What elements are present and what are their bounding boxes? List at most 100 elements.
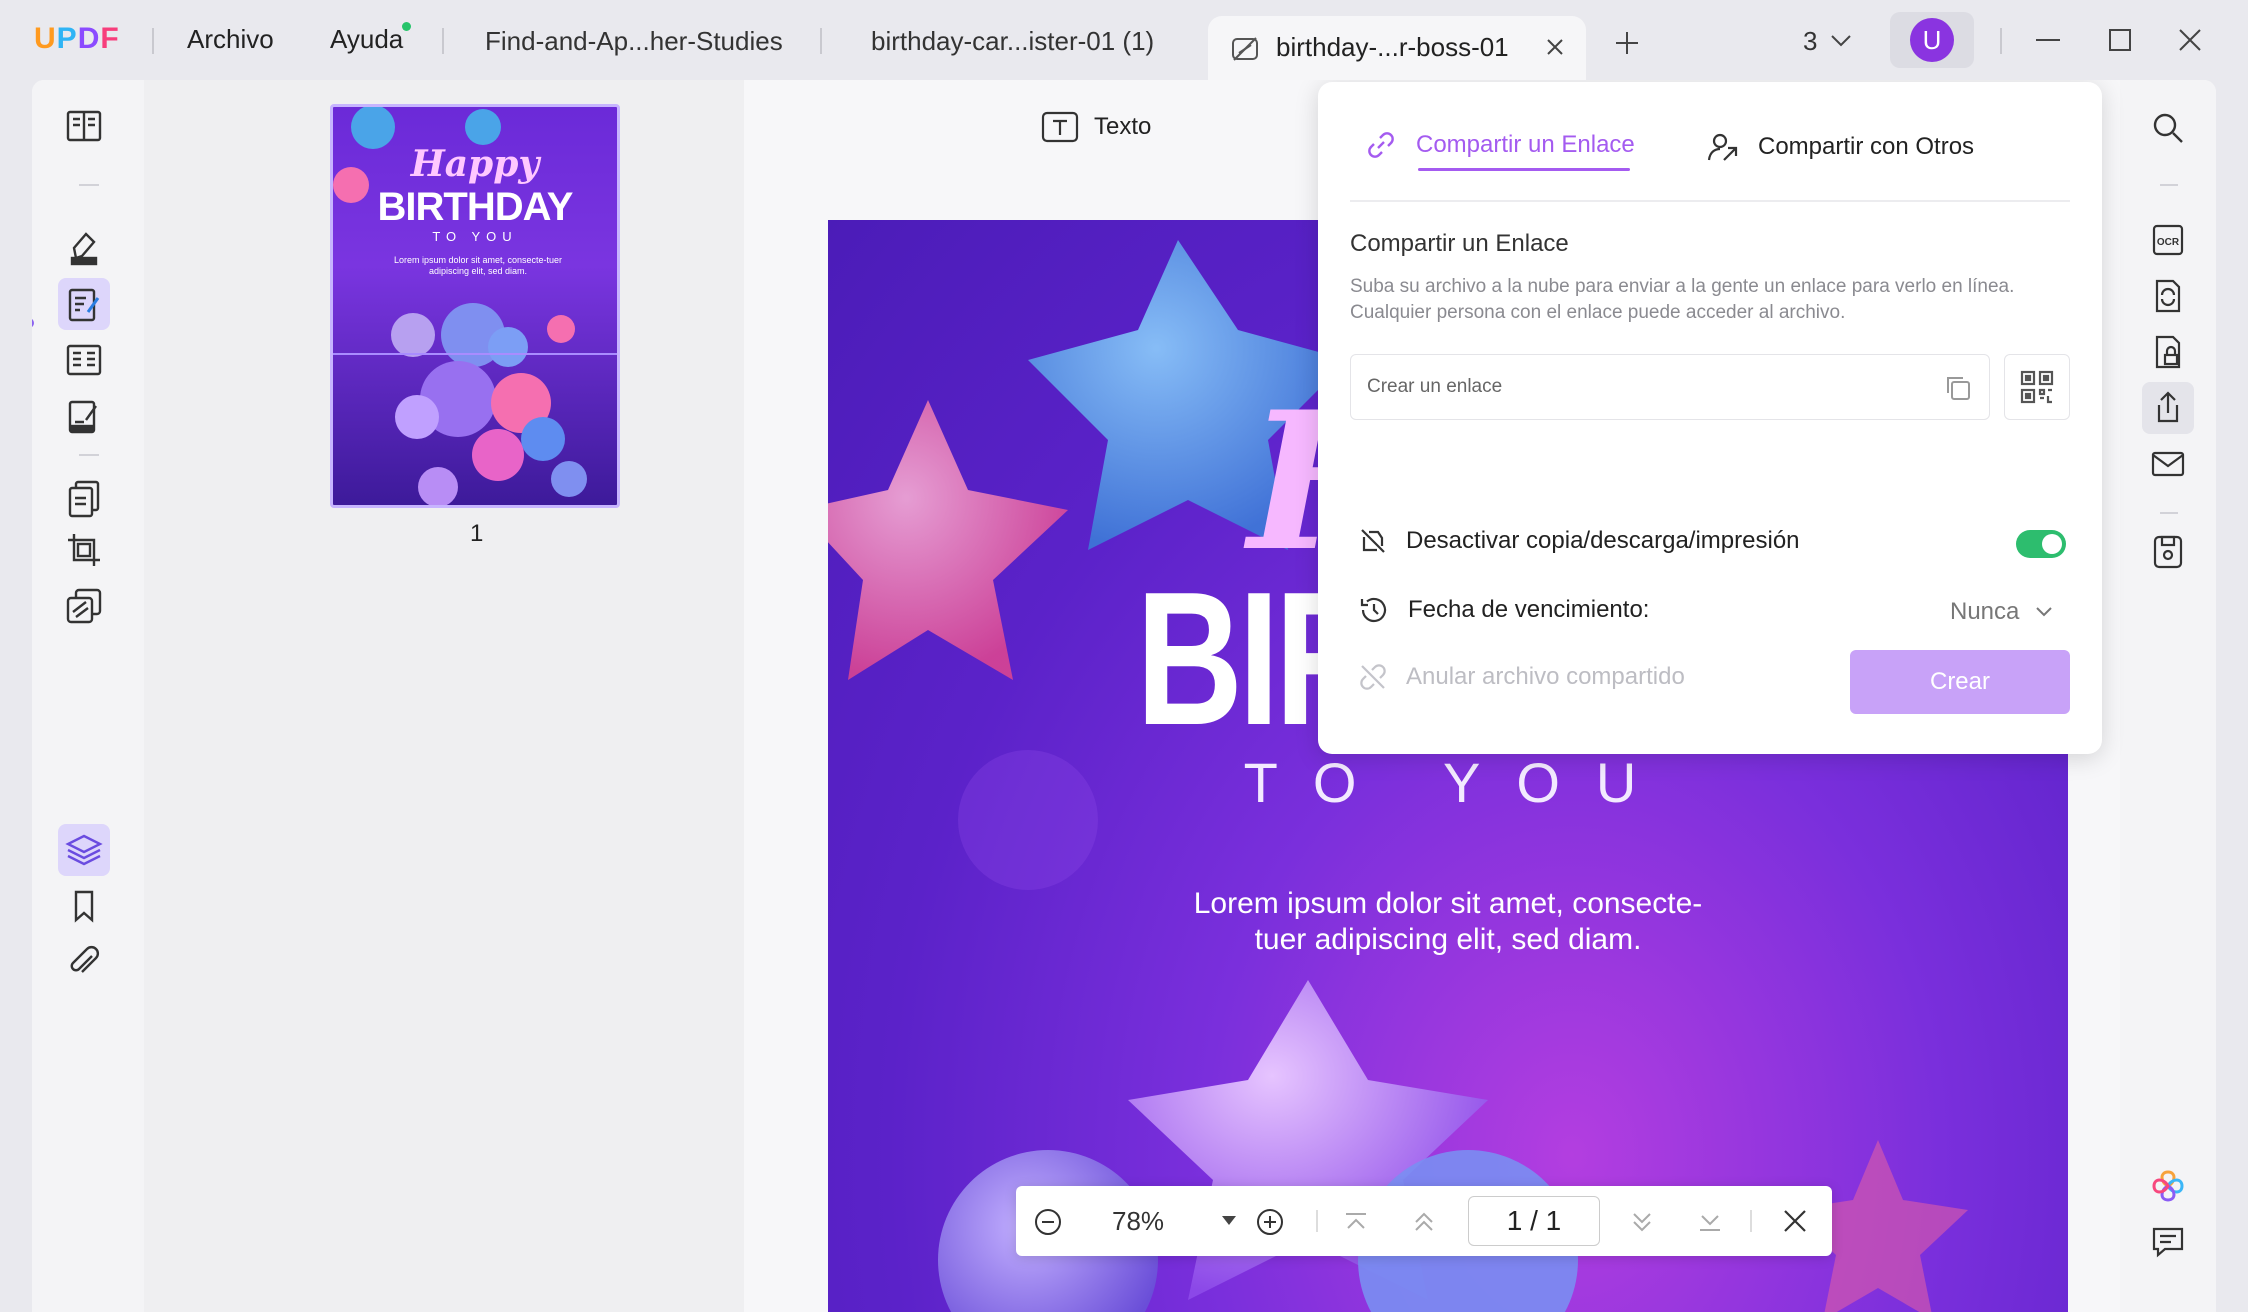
share-panel: Compartir un Enlace Compartir con Otros … [1318, 82, 2102, 754]
svg-text:OCR: OCR [2157, 237, 2180, 248]
avatar: U [1910, 18, 1954, 62]
page-tools-button[interactable] [58, 472, 110, 524]
convert-button[interactable] [2142, 270, 2194, 322]
qr-code-button[interactable] [2004, 354, 2070, 420]
expiry-date-option: Fecha de vencimiento: [1358, 594, 1649, 626]
page-number-input[interactable]: 1 / 1 [1468, 1196, 1600, 1246]
protect-button[interactable] [2142, 326, 2194, 378]
tab-share-others[interactable]: Compartir con Otros [1706, 130, 1974, 164]
share-button[interactable] [2142, 382, 2194, 434]
divider [1350, 200, 2070, 202]
user-account[interactable]: U [1890, 12, 1974, 68]
doc-subheading: TO YOU [1243, 751, 1673, 814]
save-icon [2153, 535, 2183, 569]
section-title: Compartir un Enlace [1350, 230, 1569, 257]
zoom-in-icon[interactable] [1256, 1208, 1284, 1241]
attachment-button[interactable] [58, 936, 110, 988]
divider [79, 454, 99, 456]
ocr-button[interactable]: OCR [2142, 214, 2194, 266]
chevron-down-icon [2036, 607, 2053, 617]
mail-icon [2151, 451, 2185, 477]
close-zoom-bar-icon[interactable] [1782, 1208, 1808, 1239]
disable-copy-toggle[interactable] [2016, 530, 2066, 558]
right-toolbar: OCR [2120, 80, 2216, 1312]
tab-birthday-boss[interactable]: birthday-...r-boss-01 [1208, 16, 1586, 80]
create-link-button[interactable]: Crear [1850, 650, 2070, 714]
revoke-share-option[interactable]: Anular archivo compartido [1358, 662, 1685, 692]
updf-logo: UPDF [34, 22, 120, 55]
fill-sign-button[interactable] [58, 390, 110, 442]
save-button[interactable] [2142, 526, 2194, 578]
copy-icon[interactable] [1943, 373, 1973, 408]
edit-pdf-button[interactable] [58, 278, 110, 330]
divider [2000, 28, 2002, 54]
comment-icon [2152, 1227, 2184, 1258]
comment-tool-button[interactable] [58, 222, 110, 274]
zoom-dropdown-icon[interactable] [1222, 1216, 1236, 1225]
divider [152, 28, 154, 54]
divider [442, 28, 444, 54]
share-user-icon [1707, 133, 1738, 161]
email-button[interactable] [2142, 438, 2194, 490]
menu-help[interactable]: Ayuda [330, 24, 403, 55]
thumbnail-page-number: 1 [470, 520, 484, 547]
left-toolbar [32, 80, 144, 1312]
tab-find-and-apply[interactable]: Find-and-Ap...her-Studies [485, 26, 783, 57]
section-description: Suba su archivo a la nube para enviar a … [1350, 276, 2015, 323]
doc-body-text: Lorem ipsum dolor sit amet, consecte- tu… [1193, 887, 1703, 956]
search-button[interactable] [2142, 102, 2194, 154]
close-tab-icon[interactable] [1544, 36, 1566, 63]
menu-file[interactable]: Archivo [187, 24, 274, 55]
bookmark-button[interactable] [58, 880, 110, 932]
reader-mode-button[interactable] [58, 100, 110, 152]
organize-pages-button[interactable] [58, 334, 110, 386]
qr-code-icon [2020, 370, 2054, 404]
link-field [1350, 354, 1990, 420]
divider [2160, 512, 2178, 514]
divider [1316, 1210, 1318, 1232]
minimize-icon[interactable] [2034, 26, 2062, 59]
unlink-icon [1360, 664, 1386, 690]
zoom-level[interactable]: 78% [1112, 1206, 1164, 1237]
active-indicator [32, 318, 34, 328]
notification-dot [402, 22, 411, 31]
no-copy-icon [1361, 529, 1385, 553]
close-window-icon[interactable] [2176, 26, 2204, 59]
last-page-icon[interactable] [1696, 1208, 1724, 1241]
share-icon [2157, 391, 2179, 423]
history-icon [1360, 597, 1387, 623]
next-page-icon[interactable] [1628, 1208, 1656, 1241]
chevron-down-icon[interactable] [1830, 34, 1852, 53]
ai-assistant-icon [2152, 1170, 2184, 1202]
crop-pages-button[interactable] [58, 524, 110, 576]
new-tab-icon[interactable] [1614, 30, 1640, 61]
divider [79, 184, 99, 186]
tab-share-link[interactable]: Compartir un Enlace [1366, 130, 1635, 160]
link-icon [1368, 132, 1394, 158]
divider [820, 28, 822, 54]
zoom-out-icon[interactable] [1034, 1208, 1062, 1241]
thumbnail-guide-line [333, 353, 617, 355]
expiry-dropdown[interactable]: Nunca [1950, 598, 2053, 626]
tab-birthday-card-sister[interactable]: birthday-car...ister-01 (1) [871, 26, 1154, 57]
previous-page-icon[interactable] [1410, 1208, 1438, 1241]
first-page-icon[interactable] [1342, 1208, 1370, 1241]
page-thumbnail[interactable]: Happy BIRTHDAY TO YOU Lorem ipsum dolor … [330, 104, 620, 508]
maximize-icon[interactable] [2106, 26, 2134, 59]
link-input[interactable] [1367, 371, 1927, 403]
text-tool-button[interactable]: Texto [1040, 110, 1151, 144]
search-icon [2153, 113, 2183, 143]
thumbnail-panel: Happy BIRTHDAY TO YOU Lorem ipsum dolor … [144, 80, 744, 1312]
convert-icon [2155, 279, 2181, 313]
window-count[interactable]: 3 [1803, 26, 1817, 57]
ocr-icon: OCR [2152, 224, 2184, 256]
active-tab-underline [1418, 168, 1630, 171]
layers-button[interactable] [58, 824, 110, 876]
redact-button[interactable] [58, 580, 110, 632]
comments-button[interactable] [2142, 1216, 2194, 1268]
text-tool-icon [1041, 111, 1079, 143]
zoom-toolbar: 78% 1 / 1 [1016, 1186, 1832, 1256]
lock-file-icon [2155, 335, 2181, 369]
divider [1750, 1210, 1752, 1232]
ai-assistant-button[interactable] [2142, 1160, 2194, 1212]
